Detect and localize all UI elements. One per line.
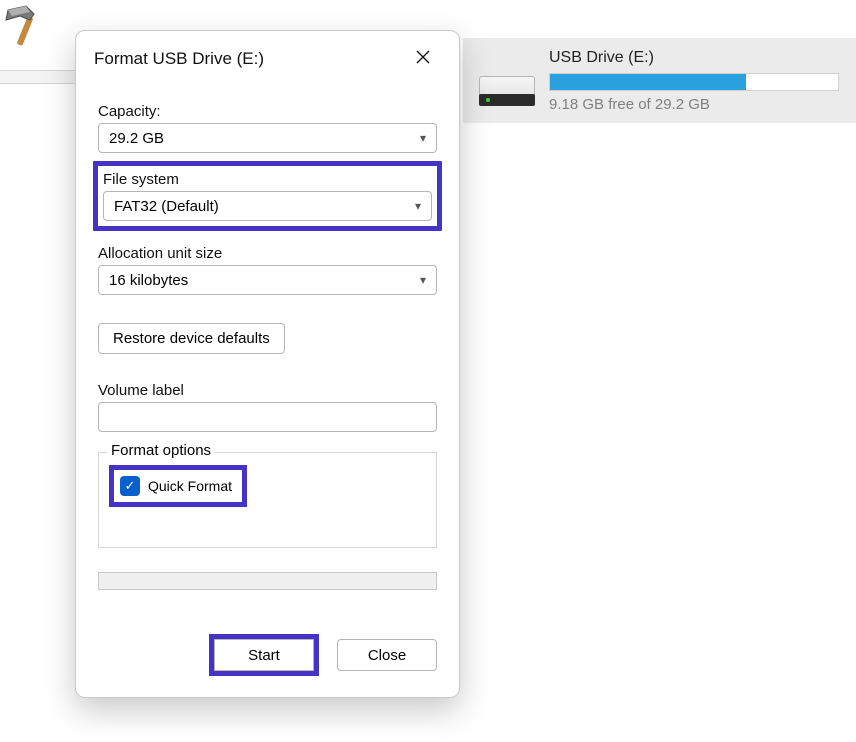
check-icon: ✓ — [125, 478, 136, 494]
quick-format-highlight: ✓ Quick Format — [109, 465, 247, 507]
drive-usage-bar — [549, 73, 839, 91]
close-label: Close — [368, 647, 406, 664]
filesystem-value: FAT32 (Default) — [114, 198, 219, 215]
close-dialog-button[interactable]: Close — [337, 639, 437, 671]
filesystem-highlight: File system FAT32 (Default) ▾ — [93, 161, 442, 231]
start-button[interactable]: Start — [214, 639, 314, 671]
drive-free-text: 9.18 GB free of 29.2 GB — [549, 96, 840, 113]
dialog-titlebar[interactable]: Format USB Drive (E:) — [76, 31, 459, 81]
chevron-down-icon: ▾ — [415, 199, 421, 213]
drive-panel[interactable]: USB Drive (E:) 9.18 GB free of 29.2 GB — [463, 38, 856, 123]
drive-title: USB Drive (E:) — [549, 49, 840, 67]
volume-label-input[interactable] — [98, 402, 437, 432]
quick-format-label: Quick Format — [148, 478, 232, 494]
hammer-icon — [0, 4, 48, 51]
capacity-label: Capacity: — [98, 103, 437, 120]
start-highlight: Start — [209, 634, 319, 676]
drive-icon — [479, 56, 535, 106]
quick-format-row[interactable]: ✓ Quick Format — [114, 470, 242, 502]
volume-label-label: Volume label — [98, 382, 437, 399]
allocation-select[interactable]: 16 kilobytes ▾ — [98, 265, 437, 295]
capacity-select[interactable]: 29.2 GB ▾ — [98, 123, 437, 153]
filesystem-select[interactable]: FAT32 (Default) ▾ — [103, 191, 432, 221]
close-button[interactable] — [405, 45, 441, 73]
capacity-value: 29.2 GB — [109, 130, 164, 147]
close-icon — [416, 50, 430, 69]
format-options-fieldset: Format options ✓ Quick Format — [98, 452, 437, 548]
restore-defaults-button[interactable]: Restore device defaults — [98, 323, 285, 354]
restore-label: Restore device defaults — [113, 330, 270, 347]
chevron-down-icon: ▾ — [420, 131, 426, 145]
toolbar-background — [0, 70, 80, 84]
format-dialog: Format USB Drive (E:) Capacity: 29.2 GB … — [75, 30, 460, 698]
chevron-down-icon: ▾ — [420, 273, 426, 287]
format-progress-bar — [98, 572, 437, 590]
start-label: Start — [248, 647, 280, 664]
allocation-label: Allocation unit size — [98, 245, 437, 262]
filesystem-label: File system — [103, 171, 432, 188]
allocation-value: 16 kilobytes — [109, 272, 188, 289]
dialog-title: Format USB Drive (E:) — [94, 49, 264, 69]
quick-format-checkbox[interactable]: ✓ — [120, 476, 140, 496]
format-options-legend: Format options — [107, 442, 215, 459]
